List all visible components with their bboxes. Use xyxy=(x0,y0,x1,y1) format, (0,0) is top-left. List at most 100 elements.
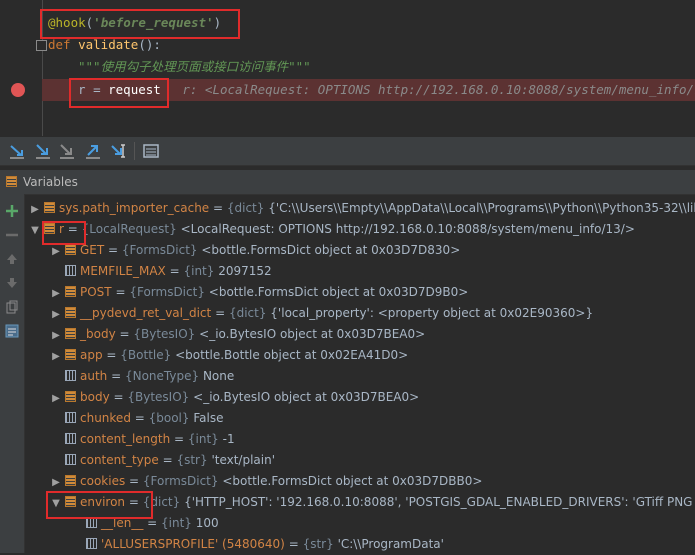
variable-type: {dict} xyxy=(226,201,265,215)
variable-row[interactable]: ▼ r = {LocalRequest} <LocalRequest: OPTIO… xyxy=(28,219,635,240)
expand-arrow-icon[interactable]: ▶ xyxy=(49,388,63,409)
primitive-variable-icon xyxy=(65,433,76,444)
primitive-variable-icon xyxy=(86,538,97,549)
variable-value: <bottle.FormsDict object at 0x03D7DBB0> xyxy=(222,474,483,488)
copy-icon[interactable] xyxy=(5,300,19,314)
variable-type: {int} xyxy=(161,516,192,530)
variable-row[interactable]: content_type = {str} 'text/plain' xyxy=(49,450,275,471)
variable-row[interactable]: auth = {NoneType} None xyxy=(49,366,234,387)
variable-row[interactable]: MEMFILE_MAX = {int} 2097152 xyxy=(49,261,272,282)
primitive-variable-icon xyxy=(65,370,76,381)
variable-value: <bottle.Bottle object at 0x02EA41D0> xyxy=(175,348,409,362)
expand-arrow-icon[interactable]: ▶ xyxy=(49,325,63,346)
variable-name: _body xyxy=(80,327,116,341)
expand-arrow-icon[interactable]: ▶ xyxy=(28,199,42,220)
variable-value: False xyxy=(193,411,224,425)
variable-name: chunked xyxy=(80,411,131,425)
variable-name: app xyxy=(80,348,103,362)
step-into-my-code-icon[interactable] xyxy=(58,142,76,160)
step-out-icon[interactable] xyxy=(84,142,102,160)
code-line-docstring: """使用勾子处理页面或接口访问事件""" xyxy=(78,56,311,78)
variable-type: {Bottle} xyxy=(120,348,172,362)
code-line-def: def validate(): xyxy=(48,37,161,52)
step-into-icon[interactable] xyxy=(34,142,52,160)
variable-row[interactable]: ▶ sys.path_importer_cache = {dict} {'C:\\… xyxy=(28,198,695,219)
variable-row[interactable]: ▶ POST = {FormsDict} <bottle.FormsDict ob… xyxy=(49,282,468,303)
variable-value: None xyxy=(202,369,235,383)
variable-value: -1 xyxy=(222,432,235,446)
variable-value: <_io.BytesIO object at 0x03D7BEA0> xyxy=(193,390,420,404)
move-up-icon[interactable] xyxy=(5,252,19,266)
primitive-variable-icon xyxy=(65,454,76,465)
object-variable-icon xyxy=(65,391,76,402)
variable-value: 'C:\\ProgramData' xyxy=(337,537,444,551)
variable-name: cookies xyxy=(80,474,126,488)
variable-name: body xyxy=(80,390,110,404)
variable-type: {FormsDict} xyxy=(129,285,205,299)
variable-row[interactable]: ▶ cookies = {FormsDict} <bottle.FormsDict… xyxy=(49,471,482,492)
docstring: """使用勾子处理页面或接口访问事件""" xyxy=(78,59,311,74)
add-watch-icon[interactable] xyxy=(5,204,19,218)
variable-row[interactable]: ▶ app = {Bottle} <bottle.Bottle object at… xyxy=(49,345,408,366)
variable-row[interactable]: chunked = {bool} False xyxy=(49,408,223,429)
object-variable-icon xyxy=(44,202,55,213)
toolbar-separator xyxy=(134,142,135,160)
variable-row[interactable]: content_length = {int} -1 xyxy=(49,429,235,450)
object-variable-icon xyxy=(65,349,76,360)
expand-arrow-icon[interactable]: ▶ xyxy=(49,346,63,367)
object-variable-icon xyxy=(65,244,76,255)
evaluate-expression-icon[interactable] xyxy=(142,142,160,160)
code-line-assign: r = request r: <LocalRequest: OPTIONS ht… xyxy=(78,79,695,101)
run-to-cursor-icon[interactable] xyxy=(110,142,128,160)
variable-value: 100 xyxy=(195,516,219,530)
variable-value: <LocalRequest: OPTIONS http://192.168.0.… xyxy=(180,222,635,236)
variable-name: content_length xyxy=(80,432,171,446)
highlight-box-assign xyxy=(69,78,169,108)
variable-row[interactable]: ▶ __pydevd_ret_val_dict = {dict} {'local_… xyxy=(49,303,593,324)
variable-type: {bool} xyxy=(148,411,190,425)
inline-value-hint: r: <LocalRequest: OPTIONS http://192.168… xyxy=(182,82,695,97)
variables-icon xyxy=(6,176,17,187)
def-keyword: def xyxy=(48,37,71,52)
code-editor[interactable]: @hook('before_request') def validate(): … xyxy=(0,0,695,136)
primitive-variable-icon xyxy=(65,265,76,276)
variable-type: {BytesIO} xyxy=(127,390,190,404)
variable-type: {FormsDict} xyxy=(142,474,219,488)
breakpoint-icon[interactable] xyxy=(11,83,25,97)
variable-value: 'text/plain' xyxy=(211,453,276,467)
variable-name: auth xyxy=(80,369,108,383)
variable-name: sys.path_importer_cache xyxy=(59,201,210,215)
object-variable-icon xyxy=(65,328,76,339)
function-name: validate xyxy=(78,37,139,52)
variable-type: {str} xyxy=(302,537,334,551)
variable-value: {'local_property': <property object at 0… xyxy=(270,306,594,320)
collapse-arrow-icon[interactable]: ▼ xyxy=(28,220,42,241)
variable-row[interactable]: 'ALLUSERSPROFILE' (5480640) = {str} 'C:\… xyxy=(70,534,444,555)
fold-marker[interactable] xyxy=(36,40,47,51)
move-down-icon[interactable] xyxy=(5,276,19,290)
expand-arrow-icon[interactable]: ▶ xyxy=(49,283,63,304)
step-over-icon[interactable] xyxy=(8,142,26,160)
variable-type: {int} xyxy=(187,432,219,446)
remove-watch-icon[interactable] xyxy=(5,228,19,242)
variable-row[interactable]: ▶ GET = {FormsDict} <bottle.FormsDict obj… xyxy=(49,240,460,261)
primitive-variable-icon xyxy=(65,412,76,423)
show-values-icon[interactable] xyxy=(5,324,19,338)
variable-name: GET xyxy=(80,243,105,257)
variable-row[interactable]: ▶ _body = {BytesIO} <_io.BytesIO object a… xyxy=(49,324,425,345)
variable-name: __pydevd_ret_val_dict xyxy=(80,306,212,320)
variable-name: content_type xyxy=(80,453,159,467)
variables-panel-header: Variables xyxy=(0,170,695,195)
variable-type: {FormsDict} xyxy=(121,243,198,257)
variable-value: <_io.BytesIO object at 0x03D7BEA0> xyxy=(199,327,426,341)
variable-name: POST xyxy=(80,285,112,299)
variable-name: MEMFILE_MAX xyxy=(80,264,166,278)
expand-arrow-icon[interactable]: ▶ xyxy=(49,304,63,325)
highlight-box-environ xyxy=(46,491,153,519)
variable-value: {'HTTP_HOST': '192.168.0.10:8088', 'POST… xyxy=(184,495,695,509)
variable-row[interactable]: ▶ body = {BytesIO} <_io.BytesIO object at… xyxy=(49,387,419,408)
variable-type: {NoneType} xyxy=(124,369,200,383)
object-variable-icon xyxy=(65,286,76,297)
expand-arrow-icon[interactable]: ▶ xyxy=(49,472,63,493)
variable-value: {'C:\\Users\\Empty\\AppData\\Local\\Prog… xyxy=(268,201,695,215)
